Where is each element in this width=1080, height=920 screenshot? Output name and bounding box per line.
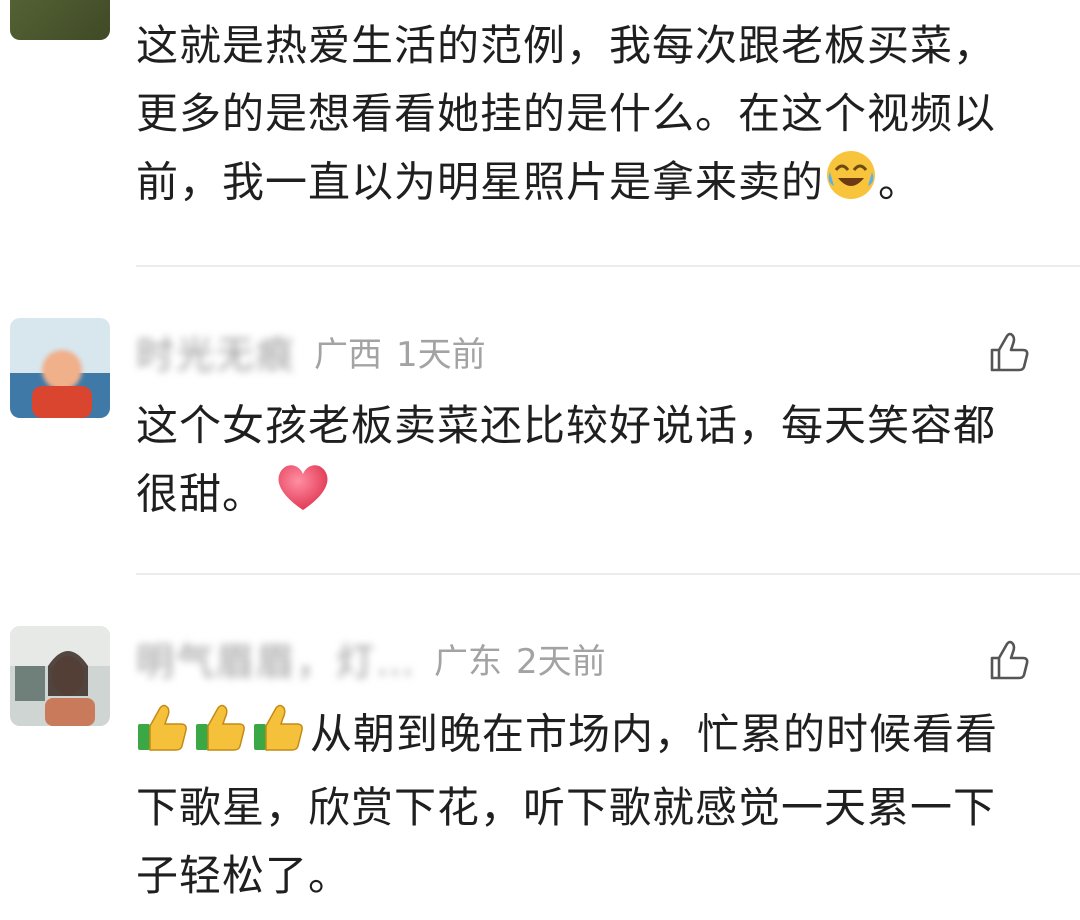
like-button[interactable]: [984, 634, 1036, 686]
comment-meta: 明气眉眉，灯… 广东 2天前: [136, 631, 620, 686]
thumbs-up-emoji: [136, 700, 194, 774]
thumbs-up-outline-icon: [990, 640, 1029, 680]
location: 广西: [314, 334, 383, 375]
username[interactable]: 时光无痕: [136, 324, 296, 379]
comment-body: 这个女孩老板卖菜还比较好说话，每天笑容都很甜。: [136, 401, 997, 519]
comment-text: 这就是热爱生活的范例，我每次跟老板买菜，更多的是想看看她挂的是什么。在这个视频以…: [136, 12, 1036, 222]
location: 广东: [434, 641, 503, 682]
like-button[interactable]: [984, 326, 1036, 378]
comment-text: 从朝到晚在市场内，忙累的时候看看下歌星，欣赏下花，听下歌就感觉一天累一下子轻松了…: [136, 700, 1036, 910]
comment-text: 这个女孩老板卖菜还比较好说话，每天笑容都很甜。: [136, 392, 1036, 534]
red-heart-emoji: [273, 460, 333, 534]
divider: [136, 265, 1080, 267]
avatar[interactable]: [10, 0, 110, 40]
avatar[interactable]: [10, 318, 110, 418]
thumbs-up-emoji: [252, 700, 310, 774]
divider: [136, 573, 1080, 575]
comment-end: 。: [878, 157, 922, 207]
timestamp: 2天前: [516, 641, 606, 682]
laughing-crying-emoji: [824, 148, 878, 222]
thumbs-up-emoji: [194, 700, 252, 774]
timestamp: 1天前: [396, 334, 486, 375]
comment-meta: 时光无痕 广西 1天前: [136, 324, 500, 379]
avatar[interactable]: [10, 626, 110, 726]
username[interactable]: 明气眉眉，灯…: [136, 631, 416, 686]
thumbs-up-outline-icon: [990, 332, 1029, 372]
